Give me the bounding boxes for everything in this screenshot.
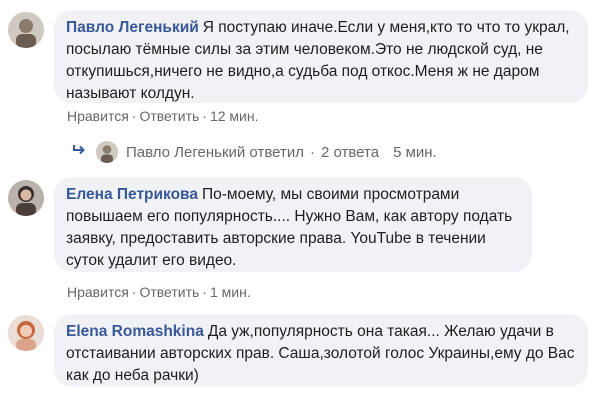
comment-author[interactable]: Elena Romashkina: [66, 323, 204, 340]
separator: ·: [309, 143, 315, 161]
comment-bubble: Елена Петрикова По-моему, мы своими просм…: [54, 177, 532, 272]
separator: ·: [131, 108, 137, 124]
like-button[interactable]: Нравится: [67, 108, 129, 124]
like-button[interactable]: Нравится: [67, 284, 129, 300]
comment-time[interactable]: 12 мин.: [210, 108, 259, 124]
view-replies-link[interactable]: Павло Легенький ответил · 2 ответа 5 мин…: [72, 137, 437, 167]
comment-bubble: Павло Легенький Я поступаю иначе.Если у м…: [54, 10, 588, 103]
reply-count[interactable]: 2 ответа: [321, 144, 379, 161]
comment-author[interactable]: Павло Легенький: [66, 19, 199, 36]
reply-time: 5 мин.: [393, 143, 437, 161]
reply-arrow-icon: [72, 143, 86, 161]
avatar[interactable]: [96, 141, 118, 163]
avatar[interactable]: [8, 180, 44, 216]
separator: ·: [202, 108, 207, 124]
avatar[interactable]: [8, 12, 44, 48]
separator: ·: [131, 284, 137, 300]
reply-button[interactable]: Ответить: [139, 108, 199, 124]
comment-bubble: Elena Romashkina Да уж,популярность она т…: [54, 314, 588, 387]
comment-actions: Нравится · Ответить · 12 мин.: [67, 108, 259, 124]
reply-summary-text[interactable]: Павло Легенький ответил: [126, 144, 304, 161]
comment-author[interactable]: Елена Петрикова: [66, 186, 198, 203]
comment-time[interactable]: 1 мин.: [210, 284, 251, 300]
reply-button[interactable]: Ответить: [139, 284, 199, 300]
comment-actions: Нравится · Ответить · 1 мин.: [67, 284, 251, 300]
avatar[interactable]: [8, 315, 44, 351]
separator: ·: [202, 284, 207, 300]
